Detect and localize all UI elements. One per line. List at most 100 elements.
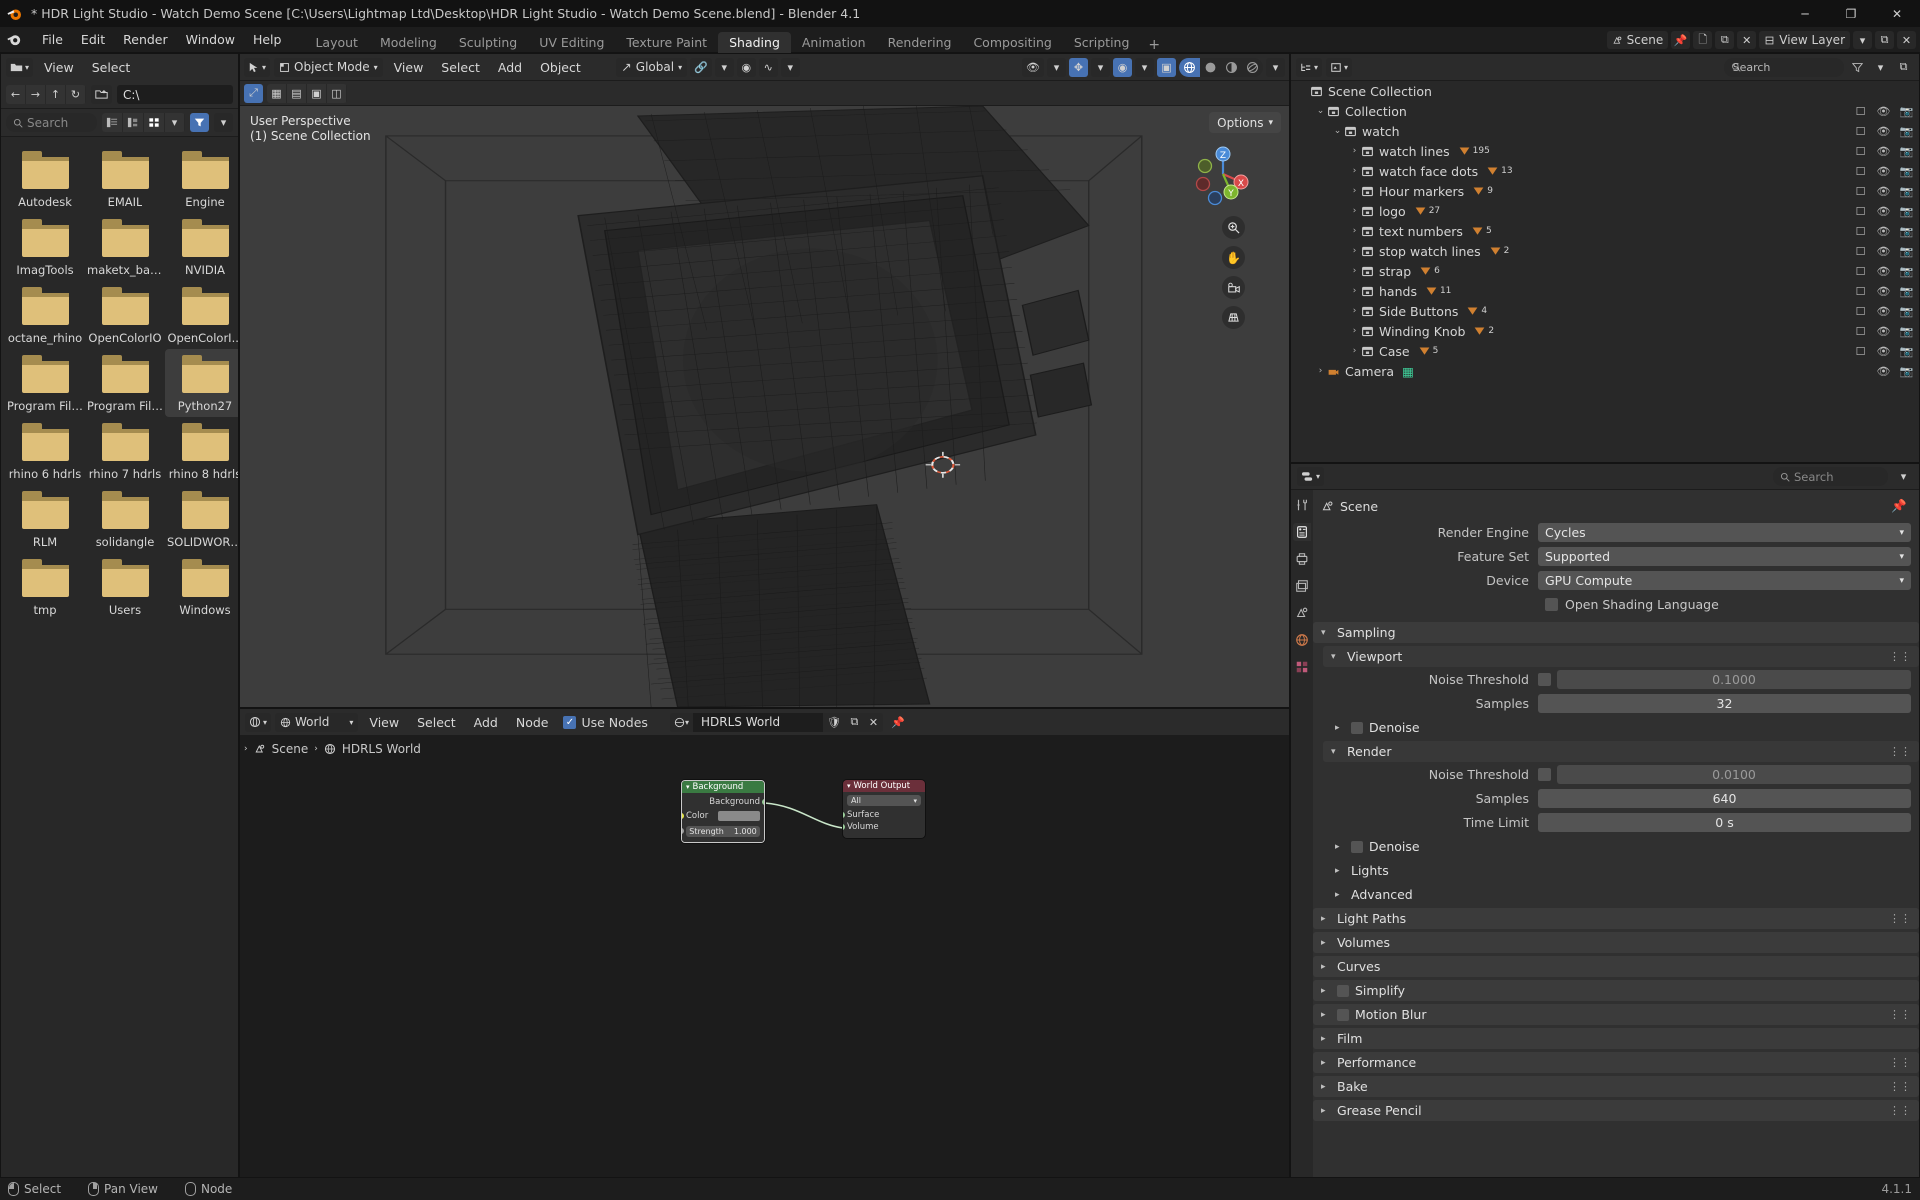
- eye-icon[interactable]: 👁: [1877, 125, 1891, 138]
- eye-icon[interactable]: 👁: [1877, 325, 1891, 338]
- outliner-expand-chevron[interactable]: ›: [1314, 366, 1327, 376]
- properties-section-header[interactable]: ▸ Curves: [1313, 956, 1919, 977]
- shader-type-dropdown[interactable]: World ▾: [275, 712, 359, 732]
- input-socket-color[interactable]: [682, 813, 684, 819]
- fb-menu-view[interactable]: View: [37, 58, 81, 77]
- viewport-denoise-header[interactable]: ▸ Denoise: [1327, 717, 1919, 738]
- camera-render-icon[interactable]: 📷: [1900, 225, 1914, 238]
- outliner-expand-chevron[interactable]: ›: [1348, 186, 1361, 196]
- checkbox-icon[interactable]: ☐: [1854, 125, 1867, 138]
- shading-dropdown[interactable]: ▾: [1266, 57, 1285, 77]
- proportional-falloff-icon[interactable]: ∿: [758, 57, 778, 77]
- input-socket-strength[interactable]: [682, 828, 684, 834]
- pin-icon[interactable]: 📌: [887, 713, 909, 732]
- add-workspace-button[interactable]: +: [1140, 37, 1168, 53]
- properties-section-header[interactable]: ▸ Bake ⋮⋮: [1313, 1076, 1919, 1097]
- vp-menu-select[interactable]: Select: [434, 58, 487, 77]
- render-samples-value[interactable]: 640: [1538, 789, 1911, 808]
- outliner-expand-chevron[interactable]: ›: [1348, 206, 1361, 216]
- device-dropdown[interactable]: GPU Compute ▾: [1538, 571, 1911, 590]
- add-viewlayer-icon[interactable]: ⧉: [1875, 31, 1894, 49]
- file-item[interactable]: Users: [85, 553, 165, 621]
- vp-menu-object[interactable]: Object: [533, 58, 588, 77]
- sh-menu-add[interactable]: Add: [467, 713, 505, 732]
- world-browse-icon[interactable]: ▾: [669, 712, 693, 732]
- world-datablock-selector[interactable]: ▾ HDRLS World 🛡 ⧉ ✕: [669, 712, 883, 732]
- node-background[interactable]: ▾ Background Background Color Strength 1…: [681, 780, 765, 843]
- eye-icon[interactable]: 👁: [1877, 285, 1891, 298]
- overlays-toggle-icon[interactable]: ◉: [1113, 57, 1132, 77]
- sampling-section-header[interactable]: ▾ Sampling: [1313, 622, 1919, 643]
- minimize-button[interactable]: ─: [1782, 0, 1828, 27]
- camera-render-icon[interactable]: 📷: [1900, 265, 1914, 278]
- sh-menu-node[interactable]: Node: [509, 713, 556, 732]
- sampling-viewport-header[interactable]: ▾ Viewport ⋮⋮: [1323, 646, 1919, 667]
- strength-value-field[interactable]: Strength 1.000: [686, 825, 760, 837]
- checkbox-icon[interactable]: ☐: [1854, 145, 1867, 158]
- xray-toggle-icon[interactable]: ▣: [1157, 57, 1176, 77]
- filter-settings-dropdown[interactable]: ▾: [214, 113, 233, 132]
- viewport-noise-threshold-checkbox[interactable]: [1538, 673, 1551, 686]
- outliner-display-mode-dropdown[interactable]: ▾: [1326, 57, 1353, 77]
- menu-window[interactable]: Window: [177, 27, 244, 53]
- camera-render-icon[interactable]: 📷: [1900, 245, 1914, 258]
- eye-icon[interactable]: 👁: [1877, 225, 1891, 238]
- gizmo-toggle-icon[interactable]: ✥: [1069, 57, 1088, 77]
- camera-render-icon[interactable]: 📷: [1900, 165, 1914, 178]
- outliner-row[interactable]: › watch lines 195 ☐ 👁 📷: [1291, 141, 1919, 161]
- section-preset-icon[interactable]: ⋮⋮: [1889, 1104, 1911, 1117]
- outliner-row[interactable]: › Side Buttons 4 ☐ 👁 📷: [1291, 301, 1919, 321]
- outliner-expand-chevron[interactable]: ⌄: [1314, 106, 1327, 116]
- checkbox-icon[interactable]: ☐: [1854, 265, 1867, 278]
- section-preset-icon[interactable]: ⋮⋮: [1889, 1080, 1911, 1093]
- file-item[interactable]: rhino 7 hdrls: [85, 417, 165, 485]
- camera-render-icon[interactable]: 📷: [1900, 345, 1914, 358]
- file-item[interactable]: OpenColorIO: [85, 281, 165, 349]
- outliner-row[interactable]: › text numbers 5 ☐ 👁 📷: [1291, 221, 1919, 241]
- nav-up-button[interactable]: ↑: [46, 85, 65, 104]
- outliner-row[interactable]: › strap 6 ☐ 👁 📷: [1291, 261, 1919, 281]
- input-socket-volume[interactable]: [843, 824, 845, 830]
- outliner-row[interactable]: › Hour markers 9 ☐ 👁 📷: [1291, 181, 1919, 201]
- properties-section-header[interactable]: ▸ Performance ⋮⋮: [1313, 1052, 1919, 1073]
- eye-icon[interactable]: 👁: [1877, 305, 1891, 318]
- output-socket-shader[interactable]: [762, 799, 764, 805]
- menu-file[interactable]: File: [33, 27, 72, 53]
- outliner-row[interactable]: › watch face dots 13 ☐ 👁 📷: [1291, 161, 1919, 181]
- outliner-row[interactable]: › stop watch lines 2 ☐ 👁 📷: [1291, 241, 1919, 261]
- eye-icon[interactable]: 👁: [1877, 345, 1891, 358]
- edge-select-icon[interactable]: ▤: [287, 83, 306, 103]
- visibility-icon[interactable]: 👁: [1022, 57, 1044, 77]
- properties-section-header[interactable]: ▸ Light Paths ⋮⋮: [1313, 908, 1919, 929]
- copy-scene-icon[interactable]: ⧉: [1715, 31, 1735, 49]
- section-preset-icon[interactable]: ⋮⋮: [1889, 1056, 1911, 1069]
- render-noise-threshold-value[interactable]: 0.0100: [1557, 765, 1911, 784]
- outliner-row[interactable]: ⌄ Collection ☐ 👁 📷: [1291, 101, 1919, 121]
- shader-node-canvas[interactable]: › Scene › HDRLS World ▾ Background Backg…: [240, 736, 1289, 1177]
- shading-wireframe-icon[interactable]: [1179, 57, 1200, 77]
- properties-search-input[interactable]: Search: [1773, 467, 1888, 486]
- new-folder-button[interactable]: [91, 85, 112, 104]
- viewport-denoise-checkbox[interactable]: [1351, 721, 1363, 734]
- file-item[interactable]: Windows: [165, 553, 238, 621]
- viewlayer-selector[interactable]: View Layer: [1759, 31, 1850, 49]
- delete-scene-icon[interactable]: ✕: [1737, 31, 1757, 49]
- outliner-row[interactable]: Scene Collection: [1291, 81, 1919, 101]
- render-noise-threshold-checkbox[interactable]: [1538, 768, 1551, 781]
- file-browser-content[interactable]: Autodesk EMAIL Engine ImagTools maketx_batc.…: [1, 137, 238, 1177]
- nav-forward-button[interactable]: →: [26, 85, 45, 104]
- proportional-falloff-dropdown[interactable]: ▾: [780, 57, 800, 77]
- section-preset-icon[interactable]: ⋮⋮: [1889, 912, 1911, 925]
- file-item[interactable]: Program Files: [5, 349, 85, 417]
- camera-render-icon[interactable]: 📷: [1900, 185, 1914, 198]
- grid-icon[interactable]: [1222, 306, 1245, 329]
- outliner-row[interactable]: › Camera ▦ 👁 📷: [1291, 361, 1919, 381]
- nav-refresh-button[interactable]: ↻: [66, 85, 85, 104]
- outliner-row[interactable]: ⌄ watch ☐ 👁 📷: [1291, 121, 1919, 141]
- pin-scene-icon[interactable]: 📌: [1671, 31, 1691, 49]
- checkbox-icon[interactable]: ☐: [1854, 225, 1867, 238]
- tab-sculpting[interactable]: Sculpting: [448, 32, 528, 53]
- interaction-mode-dropdown[interactable]: Object Mode ▾: [274, 57, 383, 77]
- file-item[interactable]: octane_rhino: [5, 281, 85, 349]
- checkbox-icon[interactable]: ☐: [1854, 245, 1867, 258]
